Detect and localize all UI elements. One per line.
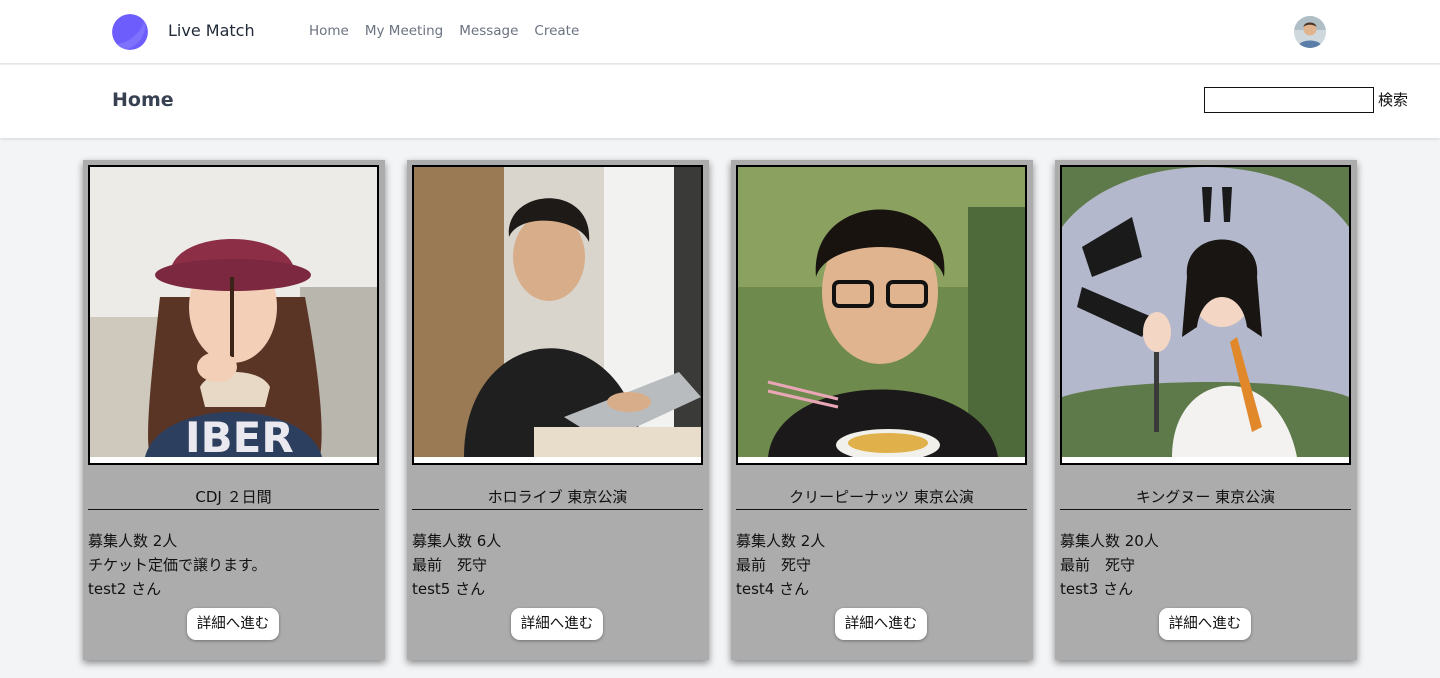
- event-photo: [1060, 165, 1351, 465]
- recruit-count: 募集人数 2人: [88, 532, 178, 550]
- event-photo: [412, 165, 703, 465]
- title-divider: [1060, 509, 1351, 510]
- nav-link-home[interactable]: Home: [309, 23, 349, 39]
- recruit-count: 募集人数 2人: [736, 532, 826, 550]
- event-title: CDJ ２日間: [195, 488, 272, 506]
- nav-link-create[interactable]: Create: [534, 23, 579, 39]
- detail-button[interactable]: 詳細へ進む: [511, 608, 603, 640]
- page-header: Home 検索: [0, 65, 1440, 138]
- event-card: ホロライブ 東京公演 募集人数 6人 最前 死守 test5 さん 詳細へ進む: [407, 160, 709, 660]
- search-input[interactable]: [1204, 87, 1374, 113]
- detail-button[interactable]: 詳細へ進む: [1159, 608, 1251, 640]
- event-card: クリーピーナッツ 東京公演 募集人数 2人 最前 死守 test4 さん 詳細へ…: [731, 160, 1033, 660]
- detail-button[interactable]: 詳細へ進む: [187, 608, 279, 640]
- page-title: Home: [112, 89, 174, 111]
- title-divider: [88, 509, 379, 510]
- recruit-count: 募集人数 6人: [412, 532, 502, 550]
- event-card: IBER CDJ ２日間 募集人数 2人 チケット定価で譲ります。 test2 …: [83, 160, 385, 660]
- top-navbar: Live Match Home My Meeting Message Creat…: [0, 0, 1440, 64]
- event-photo: [736, 165, 1027, 465]
- nav-link-my-meeting[interactable]: My Meeting: [365, 23, 443, 39]
- event-card: キングヌー 東京公演 募集人数 20人 最前 死守 test3 さん 詳細へ進む: [1055, 160, 1357, 660]
- recruit-count: 募集人数 20人: [1060, 532, 1159, 550]
- poster-user: test4 さん: [736, 580, 810, 598]
- event-note: 最前 死守: [412, 556, 488, 574]
- svg-text:IBER: IBER: [185, 413, 294, 457]
- title-divider: [412, 509, 703, 510]
- user-avatar[interactable]: [1294, 16, 1326, 48]
- crescent-logo-icon[interactable]: [112, 14, 148, 50]
- poster-user: test3 さん: [1060, 580, 1134, 598]
- main-nav: Home My Meeting Message Create: [309, 23, 579, 39]
- search-button[interactable]: 検索: [1378, 89, 1408, 110]
- event-title: キングヌー 東京公演: [1135, 488, 1276, 506]
- event-note: 最前 死守: [736, 556, 812, 574]
- event-note: チケット定価で譲ります。: [88, 556, 267, 574]
- title-divider: [736, 509, 1027, 510]
- poster-user: test5 さん: [412, 580, 486, 598]
- detail-button[interactable]: 詳細へ進む: [835, 608, 927, 640]
- event-photo: IBER: [88, 165, 379, 465]
- event-title: クリーピーナッツ 東京公演: [789, 488, 974, 506]
- event-note: 最前 死守: [1060, 556, 1136, 574]
- brand-name[interactable]: Live Match: [168, 21, 255, 40]
- nav-link-message[interactable]: Message: [459, 23, 518, 39]
- poster-user: test2 さん: [88, 580, 162, 598]
- event-title: ホロライブ 東京公演: [487, 488, 628, 506]
